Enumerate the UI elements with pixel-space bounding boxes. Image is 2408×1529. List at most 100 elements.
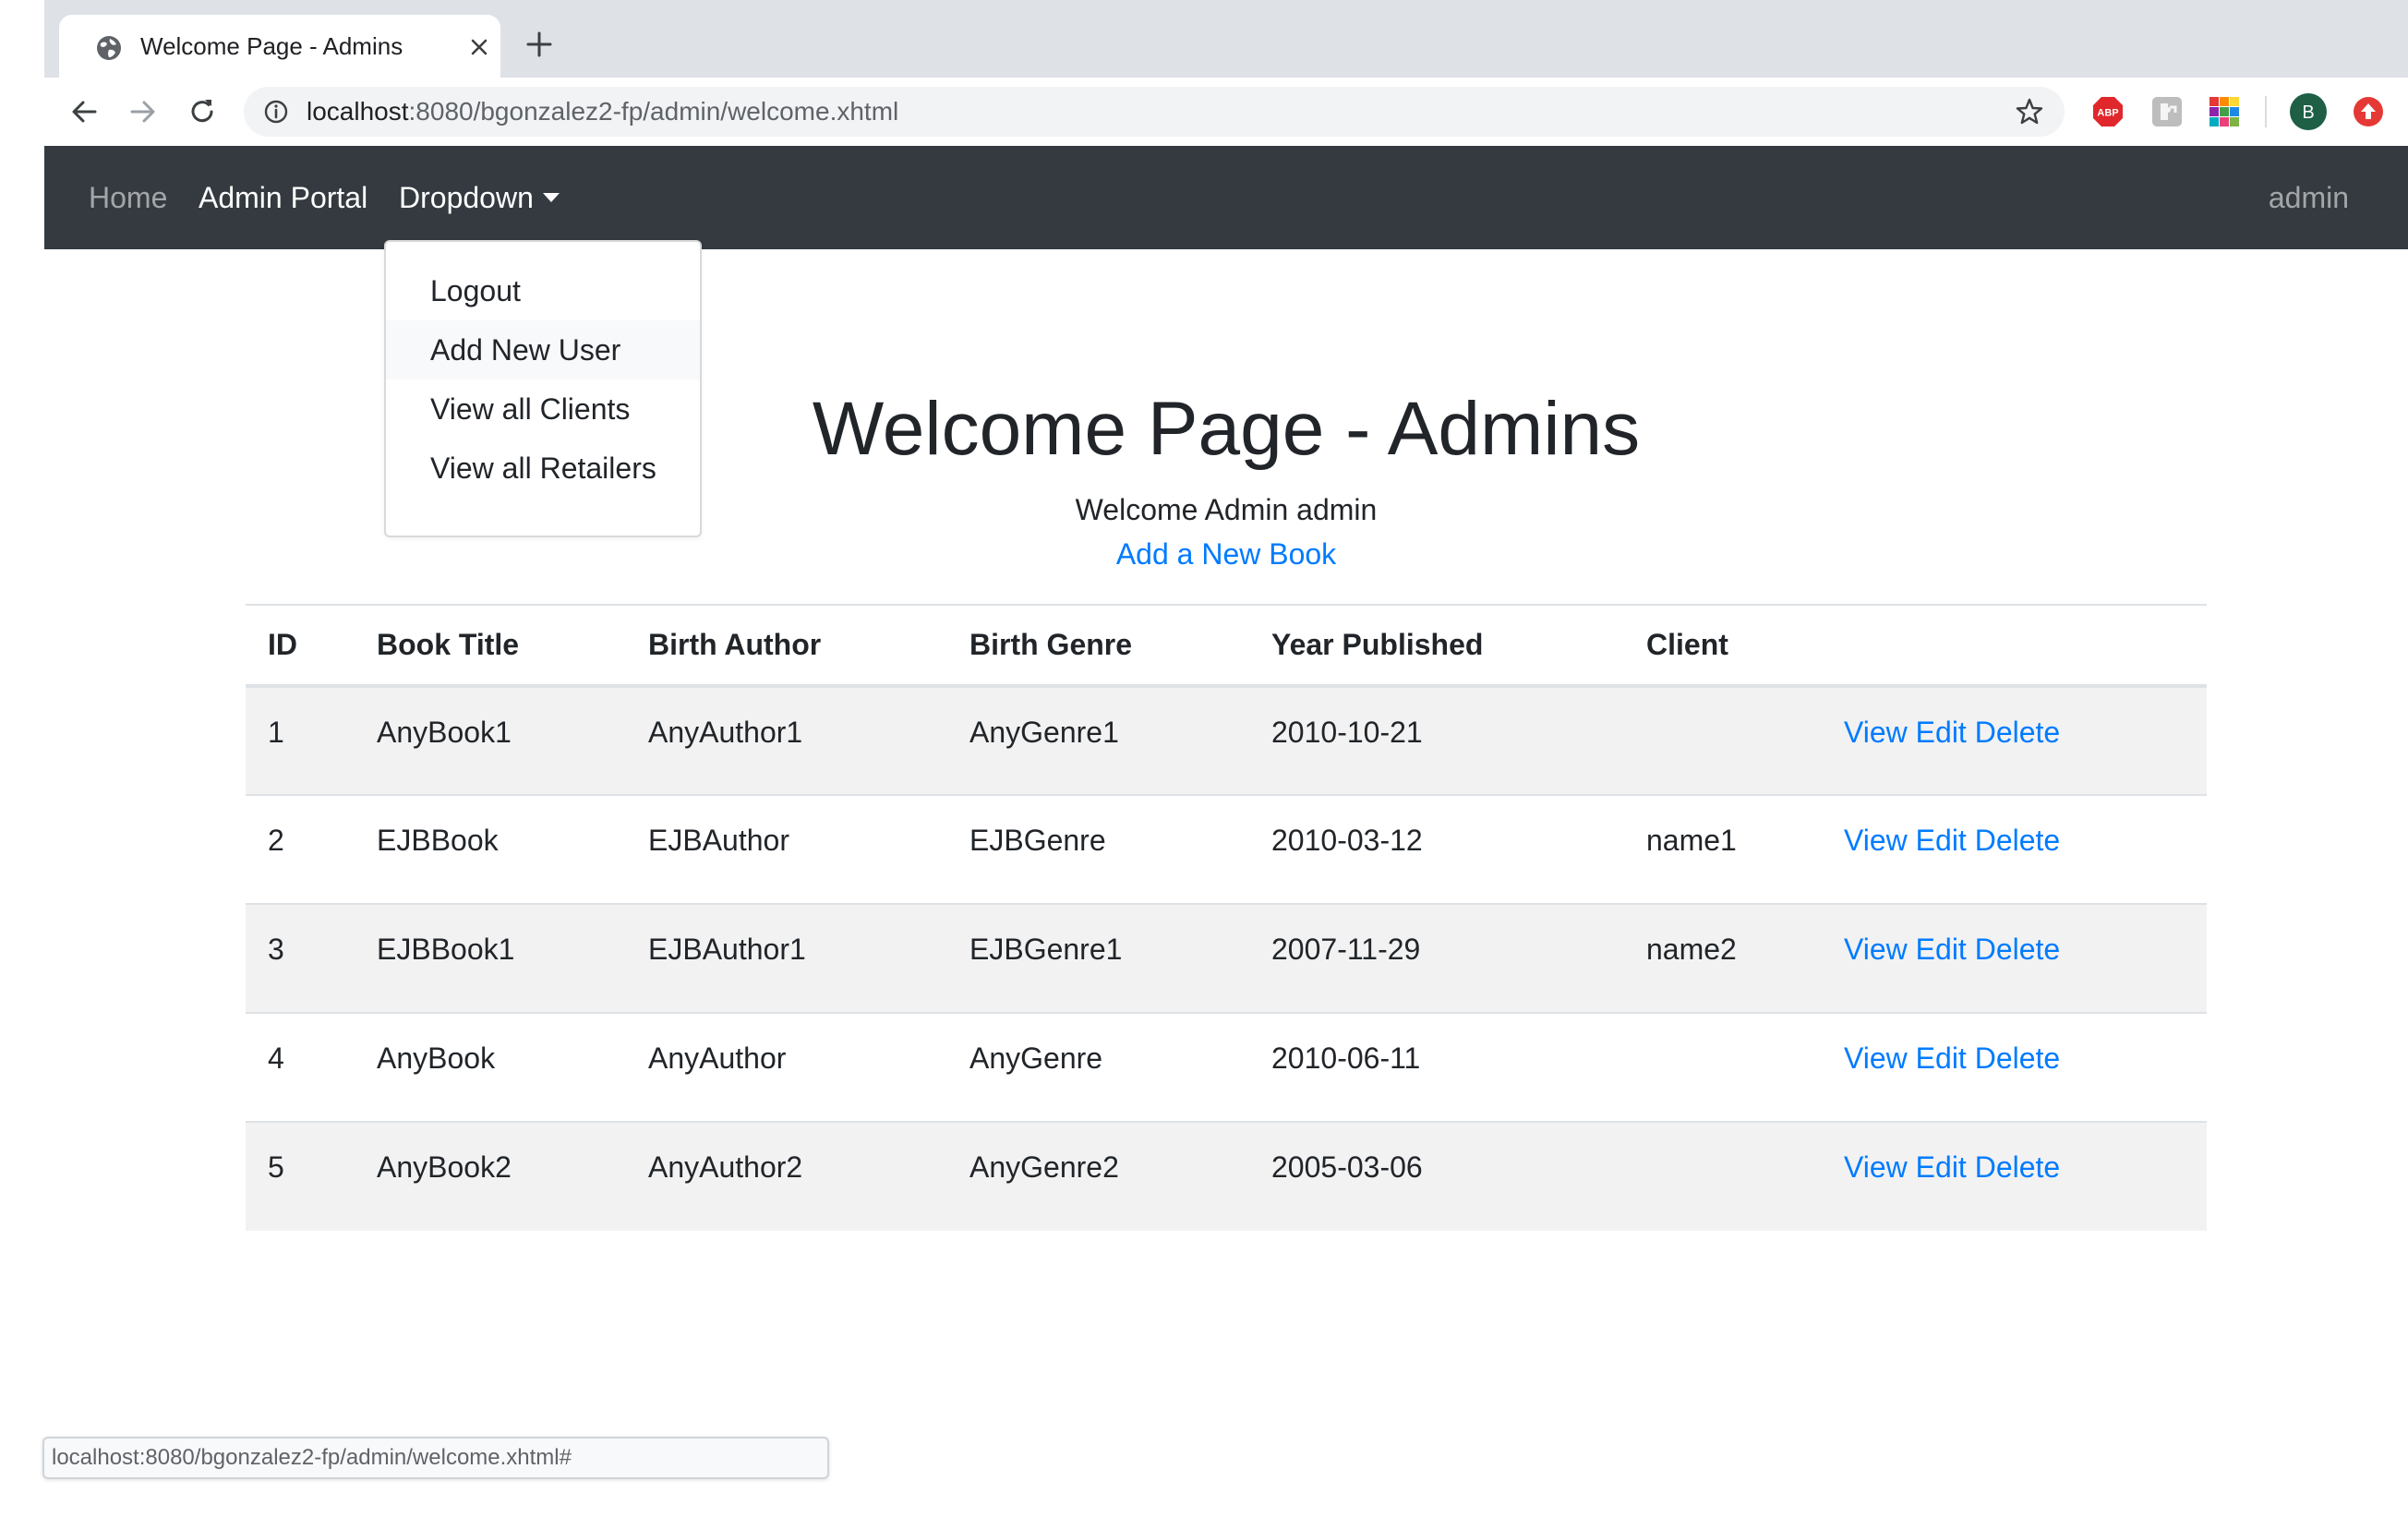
- column-header: Birth Author: [626, 604, 947, 688]
- nav-admin-portal[interactable]: Admin Portal: [199, 146, 367, 249]
- browser-tab[interactable]: Welcome Page - Admins: [59, 15, 500, 78]
- forward-arrow-icon[interactable]: [126, 94, 161, 129]
- column-header: [1822, 604, 2207, 688]
- menu-item-add-new-user[interactable]: Add New User: [386, 320, 700, 379]
- cell-genre: EJBGenre1: [947, 903, 1249, 1013]
- extension-puzzle-icon[interactable]: [2151, 96, 2183, 127]
- welcome-message: Welcome Admin admin: [1075, 493, 1378, 526]
- page-title: Welcome Page - Admins: [812, 387, 1641, 471]
- menu-item-logout[interactable]: Logout: [386, 261, 700, 320]
- cell-year: 2007-11-29: [1249, 903, 1624, 1013]
- address-bar[interactable]: localhost:8080/bgonzalez2-fp/admin/welco…: [244, 87, 2065, 137]
- caret-down-icon: [542, 193, 560, 202]
- cell-genre: AnyGenre1: [947, 685, 1249, 795]
- menu-item-view-all-clients[interactable]: View all Clients: [386, 379, 700, 439]
- cell-author: EJBAuthor: [626, 794, 947, 904]
- link-status-bubble: localhost:8080/bgonzalez2-fp/admin/welco…: [42, 1437, 829, 1479]
- cell-author: AnyAuthor: [626, 1012, 947, 1122]
- edit-link[interactable]: Edit: [1916, 824, 1967, 857]
- column-header: ID: [246, 604, 355, 688]
- profile-avatar[interactable]: B: [2290, 93, 2327, 130]
- cell-author: EJBAuthor1: [626, 903, 947, 1013]
- edit-link[interactable]: Edit: [1916, 1150, 1967, 1184]
- cell-title: AnyBook2: [355, 1121, 626, 1231]
- column-header: Client: [1624, 604, 1822, 688]
- url-text: localhost:8080/bgonzalez2-fp/admin/welco…: [307, 87, 898, 137]
- cell-year: 2005-03-06: [1249, 1121, 1624, 1231]
- browser-window: Welcome Page - Admins localhost:8080/bgo…: [0, 0, 2408, 1529]
- add-new-book-link[interactable]: Add a New Book: [1116, 537, 1336, 571]
- cell-title: EJBBook: [355, 794, 626, 904]
- delete-link[interactable]: Delete: [1975, 933, 2061, 966]
- books-table: ID Book Title Birth Author Birth Genre Y…: [246, 604, 2207, 1231]
- back-arrow-icon[interactable]: [66, 94, 102, 129]
- cell-id: 2: [246, 794, 355, 904]
- cell-year: 2010-10-21: [1249, 685, 1624, 795]
- delete-link[interactable]: Delete: [1975, 716, 2061, 749]
- cell-id: 1: [246, 685, 355, 795]
- view-link[interactable]: View: [1844, 933, 1908, 966]
- table-header-row: ID Book Title Birth Author Birth Genre Y…: [246, 604, 2207, 688]
- tab-strip: Welcome Page - Admins: [44, 0, 2408, 78]
- table-row: 2 EJBBook EJBAuthor EJBGenre 2010-03-12 …: [246, 794, 2207, 904]
- cell-author: AnyAuthor1: [626, 685, 947, 795]
- svg-text:B: B: [2302, 102, 2314, 123]
- delete-link[interactable]: Delete: [1975, 1041, 2061, 1075]
- view-link[interactable]: View: [1844, 1041, 1908, 1075]
- cell-actions: View Edit Delete: [1822, 1012, 2207, 1122]
- cell-id: 5: [246, 1121, 355, 1231]
- cell-client: name2: [1624, 903, 1822, 1013]
- cell-id: 3: [246, 903, 355, 1013]
- cell-title: EJBBook1: [355, 903, 626, 1013]
- cell-client: [1624, 685, 1822, 795]
- reload-icon[interactable]: [185, 94, 220, 129]
- new-tab-plus-icon[interactable]: [523, 28, 556, 61]
- view-link[interactable]: View: [1844, 824, 1908, 857]
- url-path: :8080/bgonzalez2-fp/admin/welcome.xhtml: [408, 97, 899, 126]
- table-row: 5 AnyBook2 AnyAuthor2 AnyGenre2 2005-03-…: [246, 1121, 2207, 1231]
- cell-actions: View Edit Delete: [1822, 903, 2207, 1013]
- cell-year: 2010-06-11: [1249, 1012, 1624, 1122]
- column-header: Birth Genre: [947, 604, 1249, 688]
- edit-link[interactable]: Edit: [1916, 1041, 1967, 1075]
- cell-genre: EJBGenre: [947, 794, 1249, 904]
- edit-link[interactable]: Edit: [1916, 716, 1967, 749]
- cell-genre: AnyGenre: [947, 1012, 1249, 1122]
- upload-icon[interactable]: [2353, 96, 2384, 127]
- svg-text:ABP: ABP: [2097, 108, 2118, 119]
- table-row: 3 EJBBook1 EJBAuthor1 EJBGenre1 2007-11-…: [246, 903, 2207, 1013]
- delete-link[interactable]: Delete: [1975, 1150, 2061, 1184]
- menu-item-view-all-retailers[interactable]: View all Retailers: [386, 439, 700, 498]
- adblock-plus-icon[interactable]: ABP: [2092, 96, 2124, 127]
- books-table-body: 1 AnyBook1 AnyAuthor1 AnyGenre1 2010-10-…: [246, 685, 2207, 1231]
- nav-home[interactable]: Home: [89, 146, 167, 249]
- column-header: Book Title: [355, 604, 626, 688]
- edit-link[interactable]: Edit: [1916, 933, 1967, 966]
- cell-actions: View Edit Delete: [1822, 794, 2207, 904]
- cell-client: name1: [1624, 794, 1822, 904]
- cell-actions: View Edit Delete: [1822, 1121, 2207, 1231]
- cell-year: 2010-03-12: [1249, 794, 1624, 904]
- site-navbar: Home Admin Portal Dropdown admin: [44, 146, 2408, 249]
- bookmark-star-icon[interactable]: [2015, 97, 2044, 126]
- globe-icon: [97, 36, 121, 60]
- cell-title: AnyBook1: [355, 685, 626, 795]
- add-book-link-row: Add a New Book: [0, 534, 2408, 574]
- dropdown-menu: Logout Add New User View all Clients Vie…: [384, 240, 702, 537]
- nav-user[interactable]: admin: [2269, 146, 2349, 249]
- column-header: Year Published: [1249, 604, 1624, 688]
- nav-dropdown-toggle[interactable]: Dropdown: [399, 146, 560, 249]
- table-row: 4 AnyBook AnyAuthor AnyGenre 2010-06-11 …: [246, 1012, 2207, 1122]
- cell-client: [1624, 1012, 1822, 1122]
- info-icon[interactable]: [262, 98, 290, 126]
- delete-link[interactable]: Delete: [1975, 824, 2061, 857]
- color-grid-icon[interactable]: [2209, 96, 2240, 127]
- toolbar-separator: [2265, 96, 2267, 127]
- view-link[interactable]: View: [1844, 716, 1908, 749]
- cell-client: [1624, 1121, 1822, 1231]
- tab-title: Welcome Page - Admins: [140, 32, 403, 60]
- cell-genre: AnyGenre2: [947, 1121, 1249, 1231]
- nav-dropdown-label: Dropdown: [399, 181, 534, 214]
- view-link[interactable]: View: [1844, 1150, 1908, 1184]
- close-icon[interactable]: [465, 33, 493, 61]
